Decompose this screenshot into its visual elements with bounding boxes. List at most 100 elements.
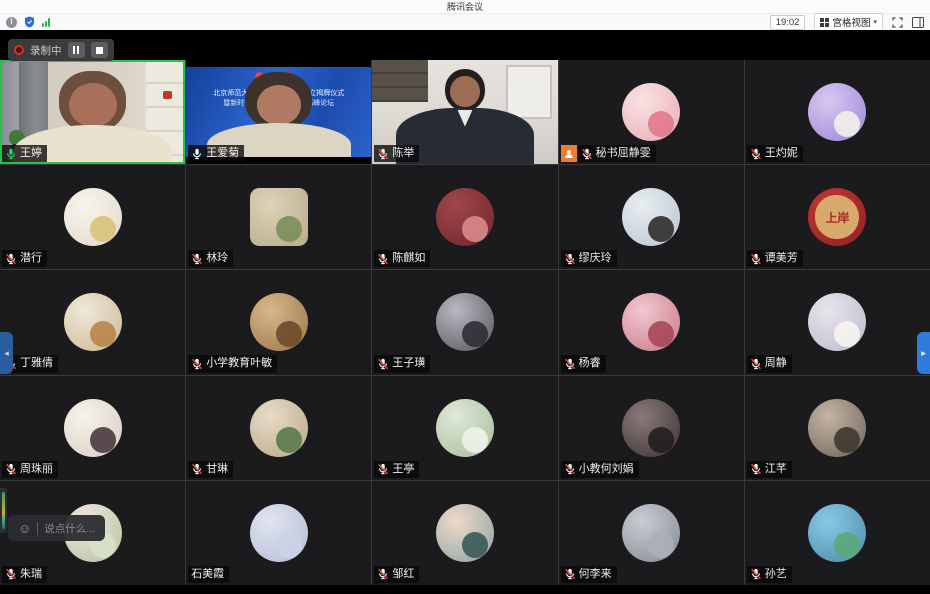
stop-recording-button[interactable]: [91, 42, 108, 58]
previous-page-button[interactable]: ◂: [0, 332, 13, 374]
nametag-row: 王婷: [2, 145, 47, 162]
participant-name: 王爱菊: [206, 147, 239, 160]
participant-tile[interactable]: 丁雅倩: [0, 270, 185, 374]
nametag-row: 林玲: [188, 250, 233, 267]
participant-tile[interactable]: 甘琳: [186, 376, 371, 480]
participant-tile[interactable]: 杨睿: [559, 270, 744, 374]
participant-name: 潜行: [20, 252, 42, 265]
participant-tile[interactable]: 缪庆玲: [559, 165, 744, 269]
participant-name: 陈麒如: [392, 252, 425, 265]
avatar: 上岸: [808, 188, 866, 246]
pause-recording-button[interactable]: [68, 42, 85, 58]
nametag: 王爱菊: [188, 145, 244, 162]
reaction-panel-edge[interactable]: [0, 488, 7, 533]
avatar: [250, 293, 308, 351]
recording-indicator: 录制中: [8, 39, 114, 61]
next-page-button[interactable]: ▸: [917, 332, 930, 374]
nametag: 周静: [747, 355, 792, 372]
avatar: [622, 83, 680, 141]
participant-name: 丁雅倩: [20, 357, 53, 370]
nametag-row: 潜行: [2, 250, 47, 267]
nametag-row: 陈举: [374, 145, 419, 162]
nametag: 王子璜: [374, 355, 430, 372]
participant-tile[interactable]: 北京师范大学教中心成立揭牌仪式暨新时代展高峰论坛 王爱菊: [186, 60, 371, 164]
nametag: 王灼妮: [747, 145, 803, 162]
participant-tile[interactable]: 秘书屈静雯: [559, 60, 744, 164]
arrow-left-icon: ◂: [4, 348, 9, 359]
nametag: 王亭: [374, 461, 419, 478]
participant-tile[interactable]: 江芊: [745, 376, 930, 480]
nametag: 杨睿: [561, 355, 606, 372]
mic-icon: [191, 358, 203, 370]
nametag: 陈麒如: [374, 250, 430, 267]
mic-icon: [750, 358, 762, 370]
participant-name: 江芊: [765, 463, 787, 476]
emoji-icon[interactable]: ☺: [18, 522, 31, 535]
participant-tile[interactable]: 周静: [745, 270, 930, 374]
nametag: 何李来: [561, 566, 617, 583]
nametag-row: 陈麒如: [374, 250, 430, 267]
security-shield-icon[interactable]: [24, 16, 35, 28]
avatar: [250, 188, 308, 246]
participant-tile[interactable]: 林玲: [186, 165, 371, 269]
nametag: 缪庆玲: [561, 250, 617, 267]
mic-icon: [377, 463, 389, 475]
view-mode-selector[interactable]: 宫格视图 ▾: [814, 13, 883, 31]
participant-tile[interactable]: 王灼妮: [745, 60, 930, 164]
participant-tile[interactable]: 小学教育叶敏: [186, 270, 371, 374]
nametag-row: 石美霞: [188, 566, 229, 583]
nametag: 孙艺: [747, 566, 792, 583]
fullscreen-icon[interactable]: [892, 17, 903, 28]
participant-name: 石美霞: [191, 568, 224, 581]
host-badge-icon: [561, 145, 577, 162]
mic-icon: [750, 463, 762, 475]
participant-tile[interactable]: 上岸 谭美芳: [745, 165, 930, 269]
participant-tile[interactable]: 王婷: [0, 60, 185, 164]
participant-tile[interactable]: 石美霞: [186, 481, 371, 585]
nametag: 小学教育叶敏: [188, 355, 277, 372]
quick-chat-input[interactable]: ☺ 说点什么...: [8, 515, 105, 541]
participant-tile[interactable]: 邹红: [372, 481, 557, 585]
participant-tile[interactable]: 何李来: [559, 481, 744, 585]
mic-icon: [377, 358, 389, 370]
participant-tile[interactable]: 王亭: [372, 376, 557, 480]
window-titlebar: 腾讯会议: [0, 0, 930, 13]
nametag-row: 王子璜: [374, 355, 430, 372]
avatar: [622, 399, 680, 457]
window-title: 腾讯会议: [447, 0, 483, 13]
mic-icon: [5, 463, 17, 475]
participant-name: 何李来: [579, 568, 612, 581]
avatar: [250, 504, 308, 562]
mic-icon: [377, 148, 389, 160]
participant-grid: 王婷 北京师范大学教中心成立揭牌仪式暨新时代展高峰论坛 王爱菊 陈举: [0, 60, 930, 585]
view-mode-label: 宫格视图: [832, 15, 870, 29]
avatar: [808, 293, 866, 351]
mic-icon: [750, 253, 762, 265]
nametag-row: 谭美芳: [747, 250, 803, 267]
side-panel-icon[interactable]: [912, 17, 924, 28]
avatar: [436, 399, 494, 457]
network-signal-icon[interactable]: [42, 18, 50, 27]
participant-tile[interactable]: 陈麒如: [372, 165, 557, 269]
participant-name: 周静: [765, 357, 787, 370]
participant-name: 林玲: [206, 252, 228, 265]
participant-tile[interactable]: 王子璜: [372, 270, 557, 374]
participant-tile[interactable]: 孙艺: [745, 481, 930, 585]
meeting-info-icon[interactable]: i: [6, 17, 17, 28]
participant-tile[interactable]: 陈举: [372, 60, 557, 164]
nametag: 江芊: [747, 461, 792, 478]
nametag: 秘书屈静雯: [578, 145, 656, 162]
participant-tile[interactable]: 周珠丽: [0, 376, 185, 480]
participant-tile[interactable]: 小教何刘娟: [559, 376, 744, 480]
record-dot-icon: [14, 45, 24, 55]
participant-tile[interactable]: 潜行: [0, 165, 185, 269]
nametag: 王婷: [2, 145, 47, 162]
participant-name: 周珠丽: [20, 463, 53, 476]
mic-icon: [191, 463, 203, 475]
divider: [37, 522, 38, 535]
avatar: [808, 399, 866, 457]
nametag-row: 邹红: [374, 566, 419, 583]
nametag: 谭美芳: [747, 250, 803, 267]
mic-icon: [564, 358, 576, 370]
participant-name: 王亭: [392, 463, 414, 476]
